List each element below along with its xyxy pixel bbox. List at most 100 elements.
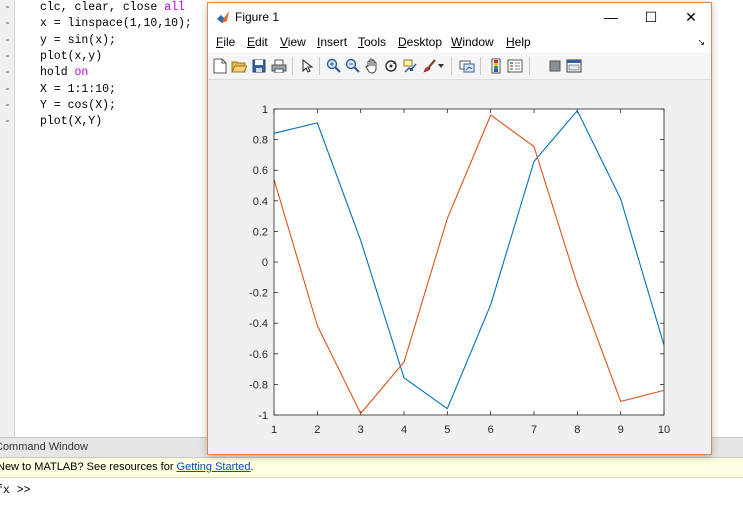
code-token: y = sin(x); <box>40 33 116 47</box>
banner-period: . <box>250 461 254 473</box>
minimize-icon: — <box>604 9 618 25</box>
line-breakpoint-marker[interactable]: - <box>4 65 11 81</box>
toolbar-separator <box>529 57 530 75</box>
command-window-banner: New to MATLAB? See resources for Getting… <box>0 458 743 478</box>
figure-titlebar[interactable]: Figure 1 — ☐ ✕ <box>208 3 711 31</box>
code-text: clc, clear, close all <box>40 0 185 16</box>
line-breakpoint-marker[interactable]: - <box>4 82 11 98</box>
banner-text: New to MATLAB? See resources for <box>0 461 177 473</box>
code-token: X = 1:1:10; <box>40 82 116 96</box>
code-token: Y = cos(X); <box>40 98 116 112</box>
menu-window[interactable]: Window <box>451 31 494 53</box>
brush-dropdown-icon[interactable] <box>436 57 446 75</box>
figure-window[interactable]: Figure 1 — ☐ ✕ File Edit View Insert Tools De… <box>207 2 712 455</box>
y-tick-label: -0.4 <box>249 318 268 330</box>
menu-insert[interactable]: Insert <box>317 31 347 53</box>
maximize-button[interactable]: ☐ <box>631 3 671 31</box>
command-window-title: Command Window <box>0 441 88 453</box>
zoom-out-icon[interactable] <box>344 57 362 75</box>
x-tick-label: 5 <box>444 424 450 436</box>
code-token: plot(X,Y) <box>40 115 103 129</box>
command-window-input[interactable]: fx >> <box>0 478 743 532</box>
zoom-in-icon[interactable] <box>325 57 343 75</box>
close-button[interactable]: ✕ <box>671 3 711 31</box>
axes-background <box>274 109 664 415</box>
matlab-logo-icon <box>217 11 229 23</box>
open-file-icon[interactable] <box>230 57 248 75</box>
toolbar-separator <box>292 57 293 75</box>
x-tick-label: 4 <box>401 424 407 436</box>
y-tick-label: 0.4 <box>253 196 268 208</box>
menu-help[interactable]: Help <box>506 31 531 53</box>
link-plot-icon[interactable] <box>458 57 476 75</box>
y-tick-label: 0.6 <box>253 165 268 177</box>
menu-desktop[interactable]: Desktop <box>398 31 442 53</box>
line-breakpoint-marker[interactable]: - <box>4 98 11 114</box>
line-breakpoint-marker[interactable]: - <box>4 33 11 49</box>
minimize-button[interactable]: — <box>591 3 631 31</box>
y-tick-label: -0.8 <box>249 379 268 391</box>
line-breakpoint-marker[interactable]: - <box>4 49 11 65</box>
code-keyword: all <box>164 1 185 14</box>
show-plot-tools-icon[interactable] <box>565 57 583 75</box>
x-tick-label: 6 <box>488 424 494 436</box>
x-tick-label: 2 <box>314 424 320 436</box>
x-tick-label: 7 <box>531 424 537 436</box>
pan-hand-icon[interactable] <box>363 57 381 75</box>
figure-toolbar <box>208 53 711 80</box>
menu-edit[interactable]: Edit <box>247 31 268 53</box>
code-text: X = 1:1:10; <box>40 82 116 98</box>
line-chart[interactable]: 1 2 3 4 5 6 7 8 9 10 -1 -0.8 -0.6 -0.4 -0.2 0 0.2 0.4 0.6 0… <box>208 80 711 454</box>
x-tick-label: 10 <box>658 424 670 436</box>
code-token: clc, clear, close <box>40 1 165 14</box>
pointer-icon[interactable] <box>298 57 316 75</box>
toolbar-separator <box>319 57 320 75</box>
y-tick-label: -0.2 <box>249 288 268 300</box>
y-tick-label: 0.8 <box>253 135 268 147</box>
hide-plot-tools-icon[interactable] <box>546 57 564 75</box>
code-text: plot(X,Y) <box>40 114 102 130</box>
toolbar-separator <box>451 57 452 75</box>
y-tick-label: 0.2 <box>253 226 268 238</box>
line-breakpoint-marker[interactable]: - <box>4 114 11 130</box>
colorbar-icon[interactable] <box>487 57 505 75</box>
close-icon: ✕ <box>685 8 697 25</box>
menu-tools[interactable]: Tools <box>358 31 386 53</box>
code-keyword: on <box>74 66 89 80</box>
y-tick-label: -0.6 <box>249 349 268 361</box>
banner-text-wrap: New to MATLAB? See resources for Getting… <box>0 458 254 477</box>
save-icon[interactable] <box>250 57 268 75</box>
figure-menubar: File Edit View Insert Tools Desktop Window Help… <box>208 31 711 53</box>
command-prompt: fx >> <box>0 484 31 497</box>
data-cursor-icon[interactable] <box>401 57 419 75</box>
code-text: x = linspace(1,10,10); <box>40 16 192 32</box>
print-icon[interactable] <box>270 57 288 75</box>
rotate-3d-icon[interactable] <box>382 57 400 75</box>
x-tick-label: 9 <box>618 424 624 436</box>
code-token: x = linspace(1,10,10); <box>40 17 192 31</box>
line-breakpoint-marker[interactable]: - <box>4 0 11 16</box>
x-tick-label: 1 <box>271 424 277 436</box>
getting-started-link[interactable]: Getting Started <box>177 461 251 473</box>
figure-title: Figure 1 <box>235 10 280 24</box>
legend-icon[interactable] <box>506 57 524 75</box>
code-text: plot(x,y) <box>40 49 102 65</box>
plot-canvas[interactable]: 1 2 3 4 5 6 7 8 9 10 -1 -0.8 -0.6 -0.4 -0.2 0 0.2 0.4 0.6 0… <box>208 80 711 454</box>
new-figure-icon[interactable] <box>211 57 229 75</box>
x-tick-label: 3 <box>358 424 364 436</box>
menu-view[interactable]: View <box>280 31 306 53</box>
y-tick-label: 0 <box>262 257 268 269</box>
dock-arrow-icon[interactable]: ↘ <box>697 37 705 48</box>
line-breakpoint-marker[interactable]: - <box>4 16 11 32</box>
y-tick-label: 1 <box>262 104 268 116</box>
code-token: plot(x,y) <box>40 49 103 63</box>
code-text: Y = cos(X); <box>40 98 116 114</box>
code-text: y = sin(x); <box>40 33 116 49</box>
code-token: hold <box>40 66 75 80</box>
code-text: hold on <box>40 65 88 81</box>
toolbar-separator <box>480 57 481 75</box>
y-tick-label: -1 <box>258 410 268 422</box>
x-tick-label: 8 <box>574 424 580 436</box>
menu-file[interactable]: File <box>216 31 235 53</box>
maximize-icon: ☐ <box>644 8 658 25</box>
